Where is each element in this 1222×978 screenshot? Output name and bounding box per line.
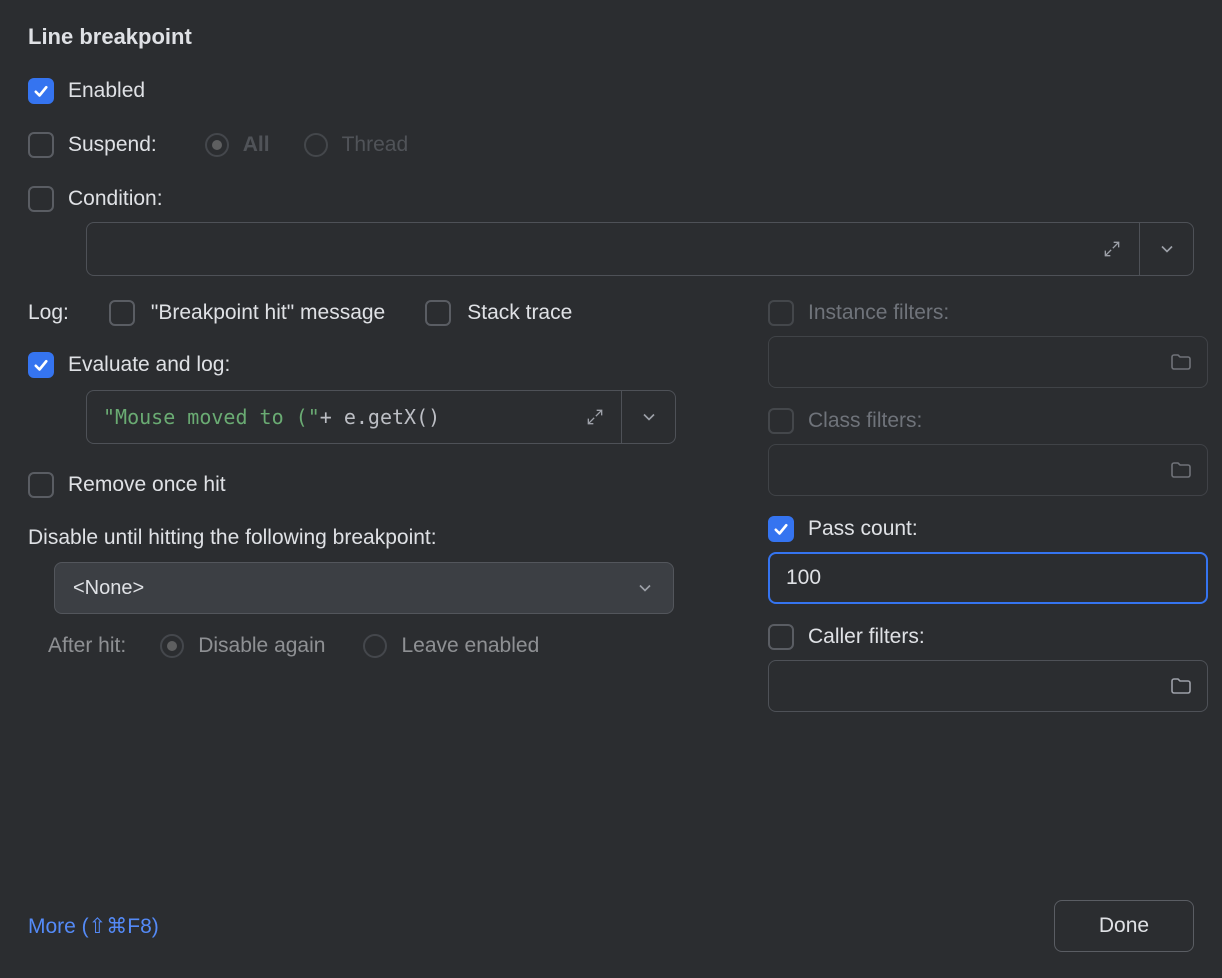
evaluate-input-wrap: "Mouse moved to (" + e.getX() xyxy=(86,390,676,444)
suspend-checkbox[interactable] xyxy=(28,132,54,158)
remove-once-label: Remove once hit xyxy=(68,473,226,497)
folder-icon[interactable] xyxy=(1169,674,1193,698)
class-filters-label: Class filters: xyxy=(808,409,922,433)
disable-again-label: Disable again xyxy=(198,634,325,658)
leave-enabled-radio[interactable] xyxy=(363,634,387,658)
expand-icon[interactable] xyxy=(1085,223,1139,275)
pass-count-checkbox[interactable] xyxy=(768,516,794,542)
evaluate-input[interactable]: "Mouse moved to (" + e.getX() xyxy=(87,391,621,443)
suspend-label: Suspend: xyxy=(68,133,157,157)
caller-filters-input[interactable] xyxy=(768,660,1208,712)
bp-hit-checkbox[interactable] xyxy=(109,300,135,326)
bp-hit-label: "Breakpoint hit" message xyxy=(151,301,385,325)
stack-trace-label: Stack trace xyxy=(467,301,572,325)
instance-filters-input[interactable] xyxy=(768,336,1208,388)
instance-filters-label: Instance filters: xyxy=(808,301,949,325)
disable-again-radio[interactable] xyxy=(160,634,184,658)
suspend-thread-radio[interactable] xyxy=(304,133,328,157)
pass-count-input[interactable] xyxy=(768,552,1208,604)
leave-enabled-label: Leave enabled xyxy=(401,634,539,658)
remove-once-checkbox[interactable] xyxy=(28,472,54,498)
dialog-title: Line breakpoint xyxy=(28,24,1194,50)
condition-input-wrap xyxy=(86,222,1194,276)
more-link[interactable]: More (⇧⌘F8) xyxy=(28,914,159,939)
code-string-token: "Mouse moved to (" xyxy=(103,405,320,429)
folder-icon[interactable] xyxy=(1169,350,1193,374)
class-filters-checkbox[interactable] xyxy=(768,408,794,434)
caller-filters-checkbox[interactable] xyxy=(768,624,794,650)
condition-input[interactable] xyxy=(87,223,1085,275)
condition-checkbox[interactable] xyxy=(28,186,54,212)
enabled-checkbox[interactable] xyxy=(28,78,54,104)
after-hit-label: After hit: xyxy=(48,634,126,658)
caller-filters-label: Caller filters: xyxy=(808,625,925,649)
done-button[interactable]: Done xyxy=(1054,900,1194,952)
class-filters-input[interactable] xyxy=(768,444,1208,496)
disable-until-label: Disable until hitting the following brea… xyxy=(28,526,728,550)
disable-until-select[interactable]: <None> xyxy=(54,562,674,614)
evaluate-history-dropdown[interactable] xyxy=(621,391,675,443)
pass-count-label: Pass count: xyxy=(808,517,918,541)
condition-label: Condition: xyxy=(68,187,163,211)
folder-icon[interactable] xyxy=(1169,458,1193,482)
condition-history-dropdown[interactable] xyxy=(1139,223,1193,275)
code-rest-token: + e.getX() xyxy=(320,405,440,429)
expand-icon[interactable] xyxy=(585,407,605,427)
instance-filters-checkbox[interactable] xyxy=(768,300,794,326)
chevron-down-icon xyxy=(635,578,655,598)
evaluate-label: Evaluate and log: xyxy=(68,353,230,377)
evaluate-checkbox[interactable] xyxy=(28,352,54,378)
stack-trace-checkbox[interactable] xyxy=(425,300,451,326)
suspend-all-radio[interactable] xyxy=(205,133,229,157)
suspend-all-label: All xyxy=(243,133,270,157)
suspend-thread-label: Thread xyxy=(342,133,409,157)
log-label: Log: xyxy=(28,301,69,325)
disable-until-value: <None> xyxy=(73,577,144,600)
enabled-label: Enabled xyxy=(68,79,145,103)
